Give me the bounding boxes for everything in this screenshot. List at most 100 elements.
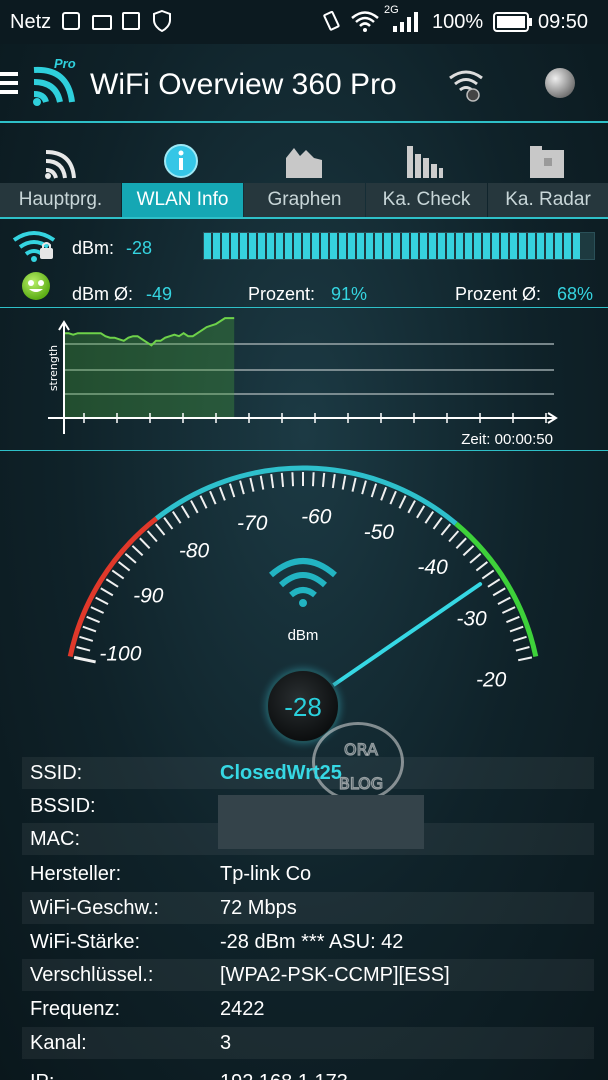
battery-icon bbox=[493, 12, 533, 39]
gauge-tick bbox=[407, 500, 416, 514]
gauge-tick bbox=[321, 472, 326, 487]
clipboard-check-icon bbox=[122, 11, 140, 37]
info-icon[interactable] bbox=[121, 140, 242, 180]
gauge-tick bbox=[389, 490, 397, 505]
info-row-speed: WiFi-Geschw.: 72 Mbps bbox=[22, 892, 594, 924]
info-key: Hersteller: bbox=[30, 863, 122, 885]
info-key: Kanal: bbox=[30, 1032, 87, 1054]
info-value: 192.168.1.173 bbox=[220, 1066, 348, 1080]
gauge-tick bbox=[228, 483, 236, 498]
gauge-tick bbox=[239, 480, 245, 495]
wifi-status-icon[interactable] bbox=[446, 66, 486, 102]
dbm-label: dBm: bbox=[72, 238, 115, 258]
wifi-icon[interactable] bbox=[0, 140, 121, 180]
gauge-tick-label: -90 bbox=[133, 585, 164, 608]
info-key: SSID: bbox=[30, 762, 83, 784]
info-key: WiFi-Stärke: bbox=[30, 931, 140, 953]
gauge-tick bbox=[79, 635, 94, 642]
gauge-tick bbox=[82, 625, 97, 633]
gauge-tick-label: -60 bbox=[301, 505, 332, 528]
image-icon bbox=[62, 11, 80, 37]
bar-chart-icon[interactable] bbox=[363, 140, 484, 180]
gauge-tick bbox=[506, 615, 520, 624]
carrier-label: Netz bbox=[10, 11, 52, 33]
gauge-tick bbox=[455, 537, 467, 549]
wifi-icon bbox=[350, 10, 380, 39]
percent-label: Prozent: bbox=[248, 284, 316, 304]
smiley-icon bbox=[22, 272, 50, 300]
gauge-tick bbox=[341, 475, 347, 490]
info-value: Tp-link Co bbox=[220, 863, 312, 885]
wifi-lock-icon bbox=[12, 228, 56, 264]
gauge-value: -28 bbox=[284, 692, 322, 722]
info-value: 72 Mbps bbox=[220, 897, 297, 919]
graph-ylabel: strength bbox=[47, 345, 60, 391]
app-logo-icon: Pro bbox=[32, 56, 80, 108]
gauge-wifi-icon bbox=[269, 558, 337, 607]
radar-icon[interactable] bbox=[484, 140, 605, 180]
info-row-ssid: SSID: ClosedWrt25 bbox=[22, 757, 594, 789]
gauge-unit-label: dBm bbox=[288, 627, 319, 644]
gauge-tick-label: -50 bbox=[364, 521, 395, 544]
gauge-tick bbox=[249, 477, 255, 492]
gauge-tick bbox=[124, 552, 137, 564]
info-value: 2422 bbox=[220, 998, 265, 1020]
battery-percent: 100% bbox=[432, 11, 484, 33]
avg-dbm-value: -49 bbox=[146, 284, 173, 304]
info-row-encryption: Verschlüssel.: [WPA2-PSK-CCMP][ESS] bbox=[22, 959, 594, 991]
divider-tabs bbox=[0, 217, 608, 219]
gauge-tick bbox=[199, 495, 208, 509]
gauge-tick bbox=[515, 646, 530, 652]
percent-value: 91% bbox=[331, 284, 368, 304]
gauge-tick bbox=[501, 606, 516, 614]
gauge-tick bbox=[469, 552, 482, 564]
mail-icon bbox=[92, 11, 112, 37]
area-chart-icon[interactable] bbox=[242, 140, 363, 180]
gauge-tick bbox=[111, 569, 125, 580]
gauge-tick-label: -30 bbox=[456, 607, 487, 630]
gauge-tick bbox=[190, 500, 199, 514]
gauge-tick bbox=[163, 517, 174, 530]
gauge-tick bbox=[146, 530, 158, 543]
gauge-tick bbox=[331, 474, 336, 489]
gauge-tick bbox=[100, 587, 114, 597]
gauge-tick bbox=[517, 656, 533, 662]
gauge-tick bbox=[76, 646, 91, 652]
info-row-strength: WiFi-Stärke: -28 dBm *** ASU: 42 bbox=[22, 926, 594, 958]
tab-graphen[interactable]: Graphen bbox=[244, 183, 365, 217]
gauge-tick-label: -70 bbox=[237, 512, 268, 535]
gauge-tick bbox=[492, 587, 506, 597]
gauge-tick-label: -80 bbox=[179, 539, 210, 562]
gauge-tick bbox=[86, 615, 100, 624]
clock: 09:50 bbox=[538, 11, 589, 33]
tab-wlan-info[interactable]: WLAN Info bbox=[122, 183, 243, 217]
gauge-tick bbox=[361, 480, 367, 495]
gauge-tick bbox=[270, 474, 275, 489]
gauge-tick bbox=[432, 517, 443, 530]
vibrate-icon bbox=[320, 10, 342, 39]
gauge-tick bbox=[171, 510, 182, 524]
gauge-tick bbox=[512, 635, 527, 642]
info-key: WiFi-Geschw.: bbox=[30, 897, 159, 919]
globe-icon[interactable] bbox=[545, 68, 575, 98]
tab-ka-radar[interactable]: Ka. Radar bbox=[488, 183, 608, 217]
signal-gauge: -100 -90 -80 -70 -60 -50 -40 -30 -20 dBm -28 bbox=[67, 465, 539, 752]
tab-ka-check[interactable]: Ka. Check bbox=[366, 183, 487, 217]
menu-icon[interactable] bbox=[0, 72, 18, 96]
tab-hauptprg[interactable]: Hauptprg. bbox=[0, 183, 121, 217]
gauge-tick bbox=[90, 606, 105, 614]
gauge-tick bbox=[509, 625, 524, 633]
avg-dbm-label: dBm Ø: bbox=[72, 284, 134, 304]
status-bar: Netz 2G 100% 09:50 bbox=[0, 0, 608, 44]
signal-level-bar bbox=[203, 232, 595, 260]
avg-percent-label: Prozent Ø: bbox=[455, 284, 542, 304]
gauge-tick-label: -100 bbox=[99, 643, 141, 666]
gauge-tick bbox=[259, 475, 265, 490]
gauge-needle bbox=[330, 582, 483, 688]
app-bar: Pro WiFi Overview 360 Pro bbox=[0, 44, 608, 122]
info-row-channel: Kanal: 3 bbox=[22, 1027, 594, 1059]
redacted-block bbox=[218, 795, 424, 849]
gauge-tick bbox=[462, 545, 475, 557]
info-value: [WPA2-PSK-CCMP][ESS] bbox=[220, 964, 450, 986]
info-row-ip: IP: 192.168.1.173 bbox=[22, 1060, 594, 1080]
